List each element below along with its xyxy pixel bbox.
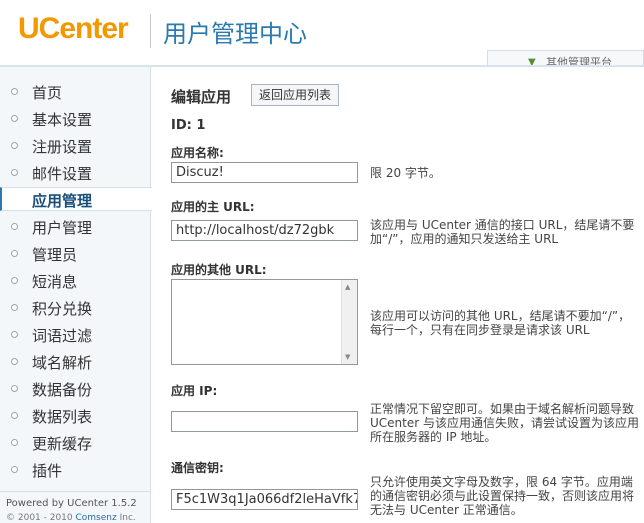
sidebar-item-label: 注册设置 <box>32 138 93 156</box>
copyright: © 2001 - 2010 Comsenz Inc. <box>6 513 136 523</box>
other-url-hint: 该应用可以访问的其他 URL，结尾请不要加“/”，每行一个，只有在同步登录是请求… <box>370 309 631 337</box>
app-ip-input[interactable] <box>171 411 358 432</box>
sidebar-item-register-settings[interactable]: 注册设置 <box>0 134 151 158</box>
sidebar-item-domain-resolve[interactable]: 域名解析 <box>0 350 151 374</box>
bullet-icon <box>11 169 18 176</box>
other-url-textarea[interactable]: ▲ ▼ <box>171 279 358 365</box>
logo-center: Center <box>38 12 129 45</box>
sidebar-item-credit-exchange[interactable]: 积分兑换 <box>0 296 151 320</box>
bullet-icon <box>11 115 18 122</box>
sidebar-item-word-filter[interactable]: 词语过滤 <box>0 323 151 347</box>
app-name-label: 应用名称: <box>171 146 224 160</box>
sidebar-item-app-management[interactable]: 应用管理 <box>0 187 152 211</box>
sidebar-item-label: 短消息 <box>32 273 78 291</box>
sidebar-item-label: 用户管理 <box>32 219 93 237</box>
comm-key-label: 通信密钥: <box>171 461 224 475</box>
comm-key-hint: 只允许使用英文字母及数字，限 64 字节。应用端的通信密钥必须与此设置保持一致，… <box>370 475 635 517</box>
bullet-icon <box>11 304 18 311</box>
sidebar-item-label: 更新缓存 <box>32 435 93 453</box>
bullet-icon <box>11 466 18 473</box>
copyright-suffix: Inc. <box>116 513 136 523</box>
sidebar-item-label: 数据列表 <box>32 408 93 426</box>
bullet-icon <box>11 142 18 149</box>
textarea-scrollbar[interactable]: ▲ ▼ <box>341 280 357 364</box>
sidebar-item-label: 应用管理 <box>32 192 93 210</box>
bullet-icon <box>11 331 18 338</box>
bullet-icon <box>11 439 18 446</box>
sidebar-item-label: 首页 <box>32 84 63 102</box>
other-url-label: 应用的其他 URL: <box>171 263 267 277</box>
app-url-label: 应用的主 URL: <box>171 200 255 214</box>
comsenz-link[interactable]: Comsenz <box>76 513 117 523</box>
sidebar-item-administrators[interactable]: 管理员 <box>0 242 151 266</box>
comm-key-input[interactable]: F5c1W3q1Ja066df2leHaVfk77 <box>171 489 358 510</box>
edit-app-form: 编辑应用 返回应用列表 ID: 1 应用名称: Discuz! 限 20 字节。… <box>152 67 644 523</box>
bullet-icon <box>11 88 18 95</box>
scroll-down-icon[interactable]: ▼ <box>345 353 350 361</box>
bullet-icon <box>11 223 18 230</box>
page-title: 编辑应用 <box>171 88 232 106</box>
bullet-icon <box>11 250 18 257</box>
header: UCenter 用户管理中心 ▼ 其他管理平台 <box>0 0 644 66</box>
sidebar-footer-divider <box>0 491 151 492</box>
app-id: ID: 1 <box>171 118 206 133</box>
sidebar-item-messages[interactable]: 短消息 <box>0 269 151 293</box>
sidebar-item-label: 管理员 <box>32 246 78 264</box>
ucenter-logo[interactable]: UCenter <box>18 12 129 46</box>
logo-separator <box>150 14 151 48</box>
back-to-app-list-button[interactable]: 返回应用列表 <box>251 84 340 106</box>
sidebar-item-label: 词语过滤 <box>32 327 93 345</box>
app-title: 用户管理中心 <box>163 20 307 48</box>
sidebar-item-mail-settings[interactable]: 邮件设置 <box>0 161 151 185</box>
other-platforms-tab[interactable]: ▼ 其他管理平台 <box>487 50 644 66</box>
app-ip-label: 应用 IP: <box>171 384 218 398</box>
sidebar-item-update-cache[interactable]: 更新缓存 <box>0 431 151 455</box>
sidebar-item-home[interactable]: 首页 <box>0 80 151 104</box>
sidebar-item-data-backup[interactable]: 数据备份 <box>0 377 151 401</box>
sidebar-item-label: 基本设置 <box>32 111 93 129</box>
sidebar: 首页 基本设置 注册设置 邮件设置 应用管理 用户管理 管理员 短消息 积分兑换… <box>0 67 152 523</box>
bullet-icon <box>11 277 18 284</box>
sidebar-item-label: 插件 <box>32 462 63 480</box>
powered-by: Powered by UCenter 1.5.2 <box>6 498 137 509</box>
sidebar-item-basic-settings[interactable]: 基本设置 <box>0 107 151 131</box>
bullet-icon <box>11 385 18 392</box>
sidebar-item-user-management[interactable]: 用户管理 <box>0 215 151 239</box>
bullet-icon <box>11 358 18 365</box>
app-url-hint: 该应用与 UCenter 通信的接口 URL，结尾请不要加“/”，应用的通知只发… <box>370 218 635 246</box>
logo-u: U <box>18 12 40 45</box>
sidebar-item-label: 域名解析 <box>32 354 93 372</box>
scroll-up-icon[interactable]: ▲ <box>345 283 350 291</box>
copyright-years: © 2001 - 2010 <box>6 513 76 523</box>
sidebar-item-plugins[interactable]: 插件 <box>0 458 151 482</box>
app-ip-hint: 正常情况下留空即可。如果由于域名解析问题导致 UCenter 与该应用通信失败，… <box>370 402 639 444</box>
app-name-hint: 限 20 字节。 <box>370 166 441 180</box>
app-name-input[interactable]: Discuz! <box>171 162 358 183</box>
sidebar-item-label: 邮件设置 <box>32 165 93 183</box>
sidebar-item-data-list[interactable]: 数据列表 <box>0 404 151 428</box>
sidebar-item-label: 数据备份 <box>32 381 93 399</box>
sidebar-item-label: 积分兑换 <box>32 300 93 318</box>
bullet-icon <box>11 412 18 419</box>
app-url-input[interactable]: http://localhost/dz72gbk <box>171 220 358 241</box>
